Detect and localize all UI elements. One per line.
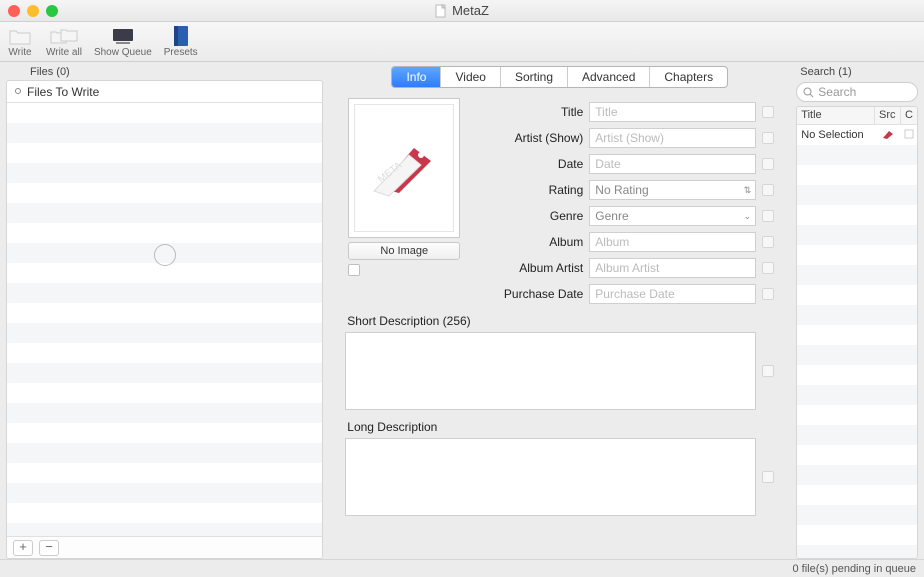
files-list: Files To Write + − bbox=[6, 80, 323, 559]
col-src[interactable]: Src bbox=[875, 107, 901, 124]
book-icon bbox=[171, 25, 191, 47]
folder-icon bbox=[8, 26, 32, 46]
tab-video[interactable]: Video bbox=[441, 67, 500, 87]
tab-sorting[interactable]: Sorting bbox=[501, 67, 568, 87]
write-button[interactable]: Write bbox=[6, 25, 34, 58]
purchase-date-field[interactable] bbox=[589, 284, 756, 304]
status-bar: 0 file(s) pending in queue bbox=[0, 559, 924, 577]
files-label: Files (0) bbox=[6, 62, 323, 80]
files-list-body[interactable] bbox=[7, 103, 322, 536]
tab-info[interactable]: Info bbox=[392, 67, 441, 87]
window-title-text: MetaZ bbox=[452, 3, 489, 18]
album-artist-field[interactable] bbox=[589, 258, 756, 278]
presets-button[interactable]: Presets bbox=[164, 25, 198, 58]
files-list-footer: + − bbox=[7, 536, 322, 558]
artist-field[interactable] bbox=[589, 128, 756, 148]
short-desc-label: Short Description (256) bbox=[345, 304, 774, 332]
metaz-tag-icon: META bbox=[369, 133, 439, 203]
tab-advanced[interactable]: Advanced bbox=[568, 67, 650, 87]
col-title[interactable]: Title bbox=[797, 107, 875, 124]
minimize-icon[interactable] bbox=[27, 5, 39, 17]
results-row[interactable]: No Selection bbox=[797, 125, 917, 145]
bullet-icon bbox=[15, 88, 21, 94]
toolbar-label: Show Queue bbox=[94, 47, 152, 58]
album-label: Album bbox=[475, 235, 583, 249]
search-label: Search (1) bbox=[796, 62, 918, 80]
long-desc-check[interactable] bbox=[762, 471, 774, 483]
long-desc-label: Long Description bbox=[345, 410, 774, 438]
col-c[interactable]: C bbox=[901, 107, 917, 124]
search-input[interactable]: Search bbox=[796, 82, 918, 102]
row-check[interactable] bbox=[901, 129, 917, 142]
zoom-icon[interactable] bbox=[46, 5, 58, 17]
artwork-well[interactable]: META bbox=[348, 98, 460, 238]
search-results: Title Src C No Selection bbox=[796, 106, 918, 559]
toolbar-label: Presets bbox=[164, 47, 198, 58]
add-file-button[interactable]: + bbox=[13, 540, 33, 556]
status-text: 0 file(s) pending in queue bbox=[792, 563, 916, 575]
album-artist-label: Album Artist bbox=[475, 261, 583, 275]
files-panel: Files (0) Files To Write + − bbox=[0, 62, 329, 559]
tabs: Info Video Sorting Advanced Chapters bbox=[335, 62, 784, 92]
genre-select[interactable]: Genre⌄ bbox=[589, 206, 756, 226]
title-check[interactable] bbox=[762, 106, 774, 118]
remove-file-button[interactable]: − bbox=[39, 540, 59, 556]
artist-label: Artist (Show) bbox=[475, 132, 583, 144]
date-field[interactable] bbox=[589, 154, 756, 174]
rating-select[interactable]: No Rating⇅ bbox=[589, 180, 756, 200]
artist-check[interactable] bbox=[762, 132, 774, 144]
folders-icon bbox=[50, 26, 78, 46]
genre-label: Genre bbox=[475, 209, 583, 223]
editor-panel: Info Video Sorting Advanced Chapters bbox=[329, 62, 790, 559]
show-queue-button[interactable]: Show Queue bbox=[94, 25, 152, 58]
album-check[interactable] bbox=[762, 236, 774, 248]
title-label: Title bbox=[475, 105, 583, 119]
queue-icon bbox=[111, 26, 135, 46]
title-field[interactable] bbox=[589, 102, 756, 122]
write-all-button[interactable]: Write all bbox=[46, 25, 82, 58]
updown-icon: ⇅ bbox=[744, 185, 752, 196]
date-check[interactable] bbox=[762, 158, 774, 170]
chevron-down-icon: ⌄ bbox=[744, 211, 752, 222]
tag-icon bbox=[882, 128, 894, 140]
album-field[interactable] bbox=[589, 232, 756, 252]
genre-check[interactable] bbox=[762, 210, 774, 222]
artwork-check[interactable] bbox=[348, 264, 360, 276]
row-title: No Selection bbox=[797, 129, 875, 141]
tab-chapters[interactable]: Chapters bbox=[650, 67, 727, 87]
search-icon bbox=[803, 87, 814, 98]
toolbar-label: Write bbox=[8, 47, 31, 58]
date-label: Date bbox=[475, 157, 583, 171]
search-panel: Search (1) Search Title Src C No Selecti… bbox=[790, 62, 924, 559]
window-controls bbox=[8, 5, 58, 17]
search-placeholder: Search bbox=[818, 85, 856, 99]
row-src bbox=[875, 128, 901, 143]
results-header: Title Src C bbox=[797, 107, 917, 125]
files-header-text: Files To Write bbox=[27, 85, 99, 99]
window-title: MetaZ bbox=[435, 3, 489, 18]
titlebar: MetaZ bbox=[0, 0, 924, 22]
files-list-header[interactable]: Files To Write bbox=[7, 81, 322, 103]
purchase-check[interactable] bbox=[762, 288, 774, 300]
document-icon bbox=[435, 4, 447, 18]
short-desc-check[interactable] bbox=[762, 365, 774, 377]
artwork-button[interactable]: No Image bbox=[348, 242, 460, 260]
toolbar: Write Write all Show Queue Presets bbox=[0, 22, 924, 62]
long-desc-field[interactable] bbox=[345, 438, 756, 516]
spinner-icon bbox=[154, 244, 176, 266]
purchase-date-label: Purchase Date bbox=[475, 287, 583, 301]
rating-check[interactable] bbox=[762, 184, 774, 196]
album-artist-check[interactable] bbox=[762, 262, 774, 274]
close-icon[interactable] bbox=[8, 5, 20, 17]
toolbar-label: Write all bbox=[46, 47, 82, 58]
results-body[interactable]: No Selection bbox=[797, 125, 917, 558]
rating-label: Rating bbox=[475, 183, 583, 197]
short-desc-field[interactable] bbox=[345, 332, 756, 410]
